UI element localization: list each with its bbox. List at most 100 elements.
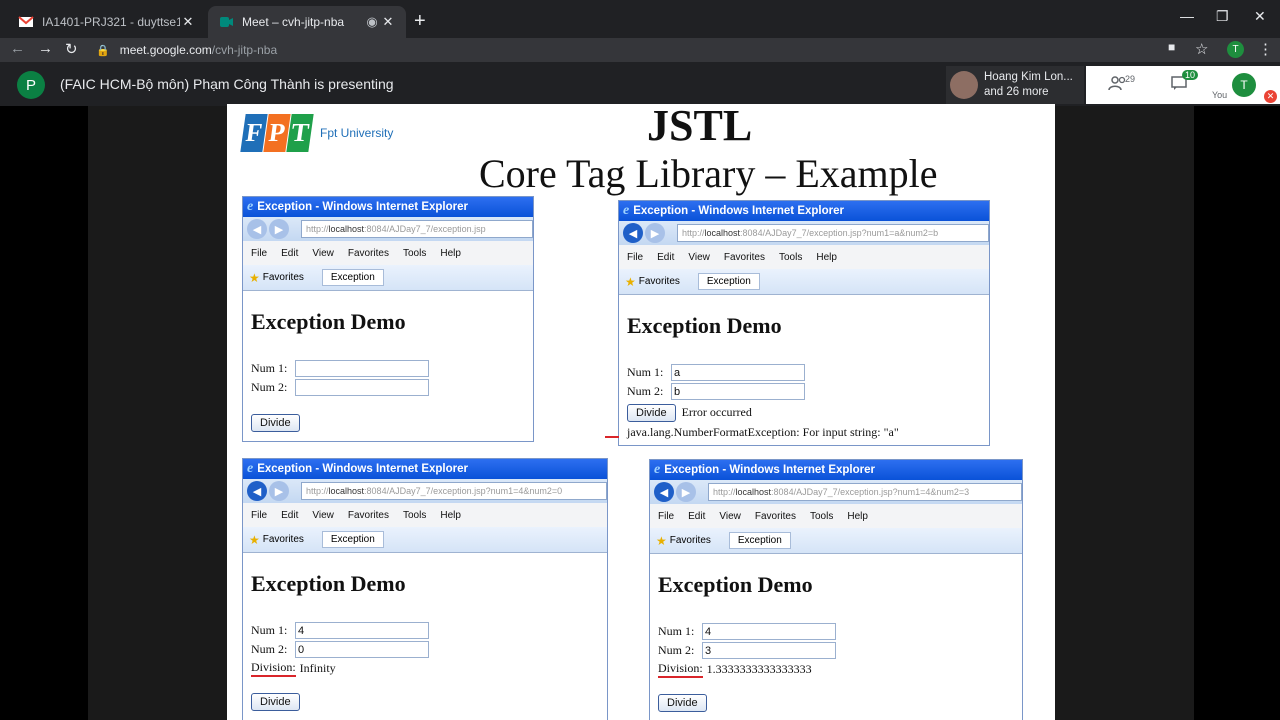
ie-forward-icon[interactable]: ▶ xyxy=(269,219,289,239)
menu-help[interactable]: Help xyxy=(440,248,461,259)
page-heading: Exception Demo xyxy=(251,571,406,596)
ie-content: Exception Demo Num 1: 4 Num 2: 3 Division:… xyxy=(650,554,1022,720)
num2-input[interactable] xyxy=(295,379,429,396)
participant-tile[interactable]: Hoang Kim Lon... and 26 more xyxy=(946,66,1084,104)
divide-button[interactable]: Divide xyxy=(658,694,707,712)
reload-icon[interactable]: ↻ xyxy=(65,40,78,58)
ie-back-icon[interactable]: ◀ xyxy=(623,223,643,243)
favorites-label[interactable]: Favorites xyxy=(263,534,304,545)
exception-message: java.lang.NumberFormatException: For inp… xyxy=(627,425,899,439)
tab-title: IA1401-PRJ321 - duyttse13024105 xyxy=(42,15,180,29)
browser-tab-gmail[interactable]: IA1401-PRJ321 - duyttse13024105 ✕ xyxy=(8,6,206,38)
ie-tab[interactable]: Exception xyxy=(321,269,384,286)
menu-tools[interactable]: Tools xyxy=(810,511,833,522)
menu-help[interactable]: Help xyxy=(440,510,461,521)
minimize-icon[interactable]: — xyxy=(1180,8,1194,24)
gmail-icon xyxy=(18,14,34,30)
menu-file[interactable]: File xyxy=(658,511,674,522)
profile-avatar[interactable]: T xyxy=(1227,41,1244,58)
maximize-icon[interactable]: ❐ xyxy=(1216,8,1229,25)
menu-edit[interactable]: Edit xyxy=(281,248,298,259)
num2-input[interactable]: 0 xyxy=(295,641,429,658)
num1-input[interactable]: 4 xyxy=(295,622,429,639)
menu-tools[interactable]: Tools xyxy=(403,248,426,259)
num1-input[interactable]: a xyxy=(671,364,805,381)
participant-more: and 26 more xyxy=(984,86,1049,98)
menu-favorites[interactable]: Favorites xyxy=(348,248,389,259)
ie-forward-icon[interactable]: ▶ xyxy=(645,223,665,243)
mic-off-icon: ✕ xyxy=(1264,90,1277,103)
menu-tools[interactable]: Tools xyxy=(779,252,802,263)
menu-help[interactable]: Help xyxy=(816,252,837,263)
ie-tab[interactable]: Exception xyxy=(728,532,791,549)
browser-tab-meet[interactable]: Meet – cvh-jitp-nba ◉ ✕ xyxy=(208,6,406,38)
divide-button[interactable]: Divide xyxy=(627,403,676,422)
menu-help[interactable]: Help xyxy=(847,511,868,522)
page-heading: Exception Demo xyxy=(658,572,813,597)
menu-edit[interactable]: Edit xyxy=(281,510,298,521)
menu-edit[interactable]: Edit xyxy=(657,252,674,263)
menu-favorites[interactable]: Favorites xyxy=(348,510,389,521)
presenting-text: (FAIC HCM-Bộ môn) Phạm Công Thành is pre… xyxy=(60,76,394,92)
ie-url-field[interactable]: http://localhost:8084/AJDay7_7/exception… xyxy=(677,224,989,242)
num1-label: Num 1: xyxy=(251,361,288,375)
browser-tab-strip: IA1401-PRJ321 - duyttse13024105 ✕ Meet –… xyxy=(0,0,1280,38)
menu-favorites[interactable]: Favorites xyxy=(755,511,796,522)
ie-logo-icon: e xyxy=(623,203,630,218)
ie-back-icon[interactable]: ◀ xyxy=(247,481,267,501)
favorites-label[interactable]: Favorites xyxy=(639,276,680,287)
lock-icon: 🔒 xyxy=(96,44,110,57)
menu-favorites[interactable]: Favorites xyxy=(724,252,765,263)
forward-icon[interactable]: → xyxy=(38,40,53,57)
meet-icon xyxy=(218,14,234,30)
menu-file[interactable]: File xyxy=(627,252,643,263)
ie-url-field[interactable]: http://localhost:8084/AJDay7_7/exception… xyxy=(301,220,533,238)
ie-url-field[interactable]: http://localhost:8084/AJDay7_7/exception… xyxy=(301,482,607,500)
url-path: /cvh-jitp-nba xyxy=(211,43,278,57)
menu-view[interactable]: View xyxy=(688,252,710,263)
num1-input[interactable]: 4 xyxy=(702,623,836,640)
num2-input[interactable]: 3 xyxy=(702,642,836,659)
ie-address-row: ◀ ▶ http://localhost:8084/AJDay7_7/excep… xyxy=(619,221,989,245)
num2-input[interactable]: b xyxy=(671,383,805,400)
ie-tab[interactable]: Exception xyxy=(697,273,760,290)
favorites-label[interactable]: Favorites xyxy=(670,535,711,546)
ie-tab[interactable]: Exception xyxy=(321,531,384,548)
menu-view[interactable]: View xyxy=(312,510,334,521)
num1-label: Num 1: xyxy=(251,623,288,637)
menu-view[interactable]: View xyxy=(312,248,334,259)
ie-forward-icon[interactable]: ▶ xyxy=(676,482,696,502)
menu-tools[interactable]: Tools xyxy=(403,510,426,521)
close-tab-icon[interactable]: ✕ xyxy=(380,14,396,30)
ie-forward-icon[interactable]: ▶ xyxy=(269,481,289,501)
self-avatar: T xyxy=(1232,73,1256,97)
ie-favorites-bar: ★ Favorites Exception xyxy=(243,265,533,291)
menu-kebab-icon[interactable]: ⋮ xyxy=(1258,40,1273,58)
slide-subtitle: Core Tag Library – Example xyxy=(479,151,938,196)
back-icon[interactable]: ← xyxy=(10,40,25,57)
address-bar[interactable]: 🔒 meet.google.com/cvh-jitp-nba xyxy=(96,39,1216,61)
ie-back-icon[interactable]: ◀ xyxy=(654,482,674,502)
camera-icon[interactable]: ■ xyxy=(1168,40,1175,54)
menu-view[interactable]: View xyxy=(719,511,741,522)
new-tab-button[interactable]: + xyxy=(414,10,426,33)
divide-button[interactable]: Divide xyxy=(251,693,300,711)
num1-input[interactable] xyxy=(295,360,429,377)
menu-file[interactable]: File xyxy=(251,510,267,521)
divide-button[interactable]: Divide xyxy=(251,414,300,432)
menu-edit[interactable]: Edit xyxy=(688,511,705,522)
slide: F P T Fpt University JSTL Core Tag Libra… xyxy=(227,104,1055,720)
close-tab-icon[interactable]: ✕ xyxy=(180,14,196,30)
ie-window-error: e Exception - Windows Internet Explorer ◀… xyxy=(618,200,990,446)
ie-back-icon[interactable]: ◀ xyxy=(247,219,267,239)
favorites-label[interactable]: Favorites xyxy=(263,272,304,283)
ie-logo-icon: e xyxy=(654,462,661,477)
browser-toolbar: ← → ↻ 🔒 meet.google.com/cvh-jitp-nba ■ ☆… xyxy=(0,38,1280,62)
menu-file[interactable]: File xyxy=(251,248,267,259)
bookmark-star-icon[interactable]: ☆ xyxy=(1195,40,1208,58)
ie-address-row: ◀ ▶ http://localhost:8084/AJDay7_7/excep… xyxy=(650,480,1022,504)
close-window-icon[interactable]: ✕ xyxy=(1254,8,1266,25)
participant-name: Hoang Kim Lon... xyxy=(984,71,1073,83)
ie-window-result: e Exception - Windows Internet Explorer ◀… xyxy=(649,459,1023,720)
ie-url-field[interactable]: http://localhost:8084/AJDay7_7/exception… xyxy=(708,483,1022,501)
